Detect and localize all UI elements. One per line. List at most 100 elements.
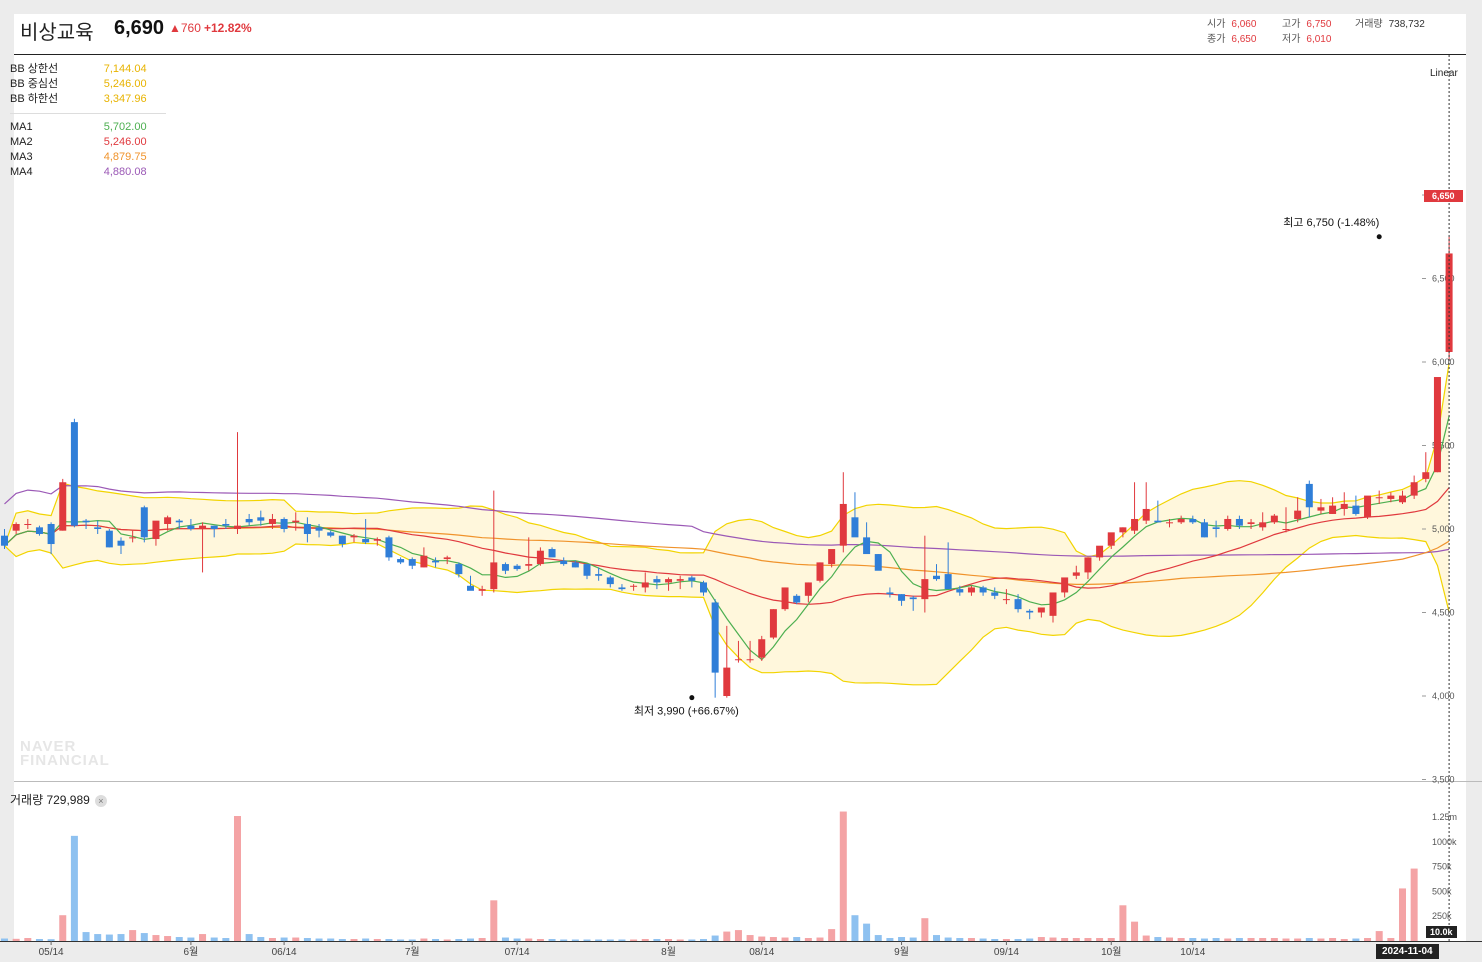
y-tick-label: 5,000 — [1432, 524, 1455, 534]
candle-body — [676, 579, 684, 581]
volume-bar — [874, 935, 882, 941]
candle-body — [164, 517, 172, 524]
volume-bar — [1410, 868, 1418, 941]
volume-bar — [1375, 931, 1383, 941]
candle-body — [781, 587, 789, 610]
candle-body — [420, 555, 428, 568]
volume-bar — [59, 915, 67, 941]
volume-tick-label: 750k — [1432, 862, 1452, 872]
low-annotation: 최저 3,990 (+66.67%) — [634, 705, 739, 718]
volume-bar — [700, 939, 707, 941]
volume-bar — [804, 938, 812, 941]
current-price-tag: 6,650 — [1424, 190, 1463, 202]
candle-body — [443, 557, 451, 560]
volume-bar — [1399, 888, 1406, 941]
volume-bar — [688, 939, 696, 941]
candle-body — [455, 564, 463, 575]
indicator-legend: BB 상한선 7,144.04 BB 중심선 5,246.00 BB 하한선 3,34… — [10, 62, 166, 180]
volume-bar — [1352, 938, 1360, 941]
volume-bar — [513, 938, 521, 941]
candle-body — [967, 587, 975, 593]
candle-body — [933, 575, 940, 580]
candle-body — [501, 564, 509, 571]
candle-body — [1061, 577, 1069, 593]
candle-body — [886, 592, 894, 595]
volume-bar — [583, 939, 591, 941]
candle-body — [851, 517, 859, 538]
volume-bar — [595, 939, 603, 941]
candle-body — [1189, 518, 1197, 523]
volume-bar — [373, 939, 381, 941]
candle-body — [1317, 507, 1325, 511]
candle-body — [280, 518, 288, 529]
price-change-percent: +12.82% — [204, 21, 252, 35]
legend-ma4: MA4 4,880.08 — [10, 166, 147, 178]
volume-bar — [94, 934, 102, 941]
candle-body — [1375, 497, 1383, 499]
candle-body — [618, 587, 626, 590]
volume-tick-label: 250k — [1432, 911, 1452, 921]
candle-body — [874, 554, 882, 571]
candle-body — [1364, 495, 1372, 518]
volume-bar — [1305, 938, 1313, 941]
volume-bar — [105, 934, 113, 941]
volume-bar — [641, 939, 649, 941]
candle-body — [793, 595, 801, 603]
volume-bar — [152, 935, 160, 941]
high-annotation: 최고 6,750 (-1.48%) — [1283, 216, 1379, 229]
candle-body — [24, 523, 32, 525]
price-chart[interactable]: 7,0006,5006,0005,5005,0004,5004,0003,500… — [0, 55, 1482, 962]
volume-bar — [24, 938, 32, 941]
candle-body — [1200, 522, 1208, 538]
candle-body — [979, 587, 987, 593]
volume-bar — [164, 936, 172, 941]
price-plot-area — [14, 55, 1466, 781]
volume-bar — [734, 930, 742, 941]
volume-tick-label: 1.25m — [1432, 812, 1457, 822]
volume-bar — [525, 938, 533, 941]
volume-bar — [234, 816, 241, 941]
candle-body — [1305, 483, 1313, 508]
y-tick-label: 4,500 — [1432, 608, 1455, 618]
candle-body — [804, 582, 812, 596]
candle-body — [1282, 529, 1290, 530]
volume-bar — [501, 937, 509, 941]
x-tick-label: 09/14 — [994, 947, 1019, 958]
close-volume-panel-icon[interactable]: × — [94, 795, 107, 807]
volume-bar — [1002, 939, 1010, 941]
candle-body — [536, 550, 544, 565]
candle-body — [641, 582, 649, 588]
candle-body — [199, 525, 207, 529]
y-tick-label: 6,000 — [1432, 357, 1455, 367]
volume-bar — [210, 937, 218, 941]
candle-body — [315, 527, 323, 531]
candle-body — [700, 582, 707, 593]
volume-crosshair-tag: 10.0k — [1426, 926, 1457, 938]
candle-body — [1212, 527, 1220, 529]
volume-bar — [1096, 938, 1104, 941]
candle-body — [1340, 503, 1348, 509]
volume-bar — [711, 935, 719, 941]
scale-mode-button[interactable]: Linear — [1430, 68, 1458, 79]
candle-body — [1026, 610, 1034, 613]
price-change: ▲760 — [169, 21, 201, 35]
volume-bar — [898, 937, 906, 941]
volume-bar — [886, 938, 894, 941]
candle-body — [630, 585, 638, 587]
volume-bar — [1235, 938, 1243, 941]
legend-ma2: MA2 5,246.00 — [10, 136, 147, 148]
candle-body — [1399, 495, 1406, 503]
volume-plot-area — [14, 782, 1466, 942]
candle-body — [1433, 377, 1441, 473]
candle-body — [478, 589, 486, 591]
legend-bb-middle: BB 중심선 5,246.00 — [10, 78, 147, 90]
candle-body — [1352, 505, 1360, 514]
candle-body — [816, 562, 824, 581]
volume-bar — [1142, 935, 1150, 941]
volume-bar — [1200, 938, 1208, 941]
volume-bar — [1061, 938, 1069, 941]
candle-body — [1387, 495, 1395, 499]
volume-bar — [222, 938, 230, 941]
candle-body — [944, 574, 952, 590]
candle-body — [1410, 482, 1418, 496]
